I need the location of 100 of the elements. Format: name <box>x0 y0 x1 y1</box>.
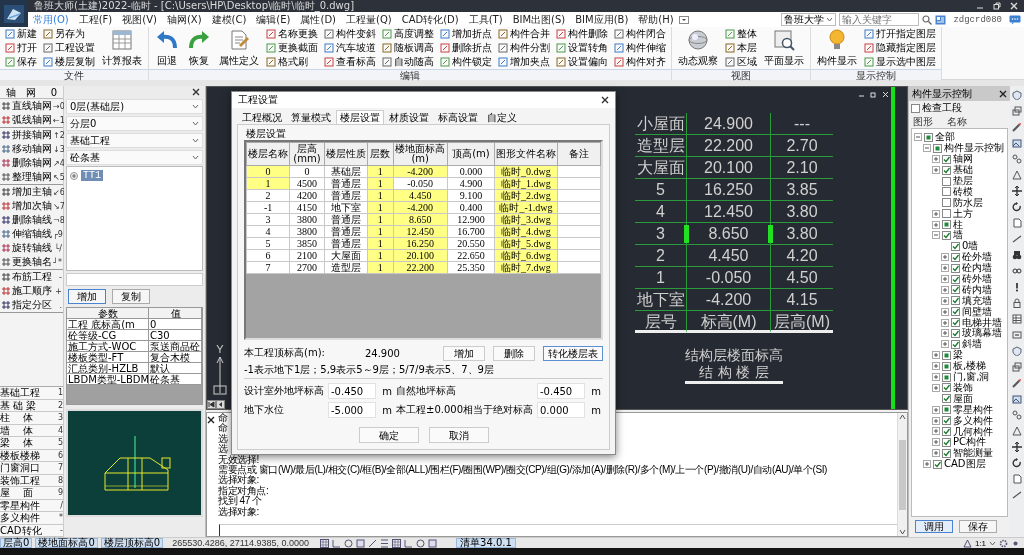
menu-tab[interactable]: 帮助(H) <box>633 12 679 27</box>
expander-icon[interactable] <box>932 373 940 382</box>
checkbox[interactable] <box>933 143 942 153</box>
checkbox[interactable] <box>924 132 933 142</box>
ribbon-button[interactable]: 增加夹点 <box>496 55 552 69</box>
previous-page-icon[interactable] <box>216 400 225 409</box>
frame-icon[interactable] <box>1012 330 1022 340</box>
caret-icon[interactable] <box>192 155 199 160</box>
ribbon-button[interactable]: 自动随高 <box>380 55 436 69</box>
checkbox[interactable] <box>951 285 960 295</box>
ribbon-button[interactable]: 增加折点 <box>438 27 494 41</box>
ribbon-button[interactable]: 恢复 <box>184 27 214 69</box>
ribbon-button[interactable]: 高度调整 <box>380 27 436 41</box>
checkbox[interactable] <box>951 274 960 284</box>
tree-item[interactable]: 斜墙 <box>962 337 982 352</box>
rotate-icon[interactable] <box>1012 202 1022 212</box>
ribbon-button[interactable]: 构件分割 <box>496 41 552 55</box>
caret-icon[interactable] <box>192 104 199 109</box>
ribbon-button[interactable]: 打开指定图层 <box>862 27 938 41</box>
module-button[interactable]: 基础工程 1 <box>0 387 63 400</box>
expander-icon[interactable] <box>941 264 949 273</box>
chat-icon[interactable] <box>1009 14 1021 25</box>
brush-icon[interactable] <box>1012 122 1022 132</box>
panel-button[interactable]: 复制 <box>112 289 150 304</box>
expander-icon[interactable] <box>941 253 949 262</box>
image-icon[interactable] <box>1012 394 1022 404</box>
grid-icon[interactable] <box>392 538 402 548</box>
ribbon-button[interactable]: 更换截面 <box>264 41 320 55</box>
checkbox[interactable] <box>951 307 960 317</box>
tool-button[interactable]: 更换轴名┘* <box>0 255 63 269</box>
ribbon-button[interactable]: 楼层复制 <box>41 55 97 69</box>
ribbon-button[interactable]: 回退 <box>152 27 182 69</box>
tool-button[interactable]: 伸缩轴线┌9 <box>0 227 63 241</box>
checkbox[interactable] <box>951 296 960 306</box>
dropdown[interactable]: 0层(基础层) <box>66 99 203 114</box>
triangle-icon[interactable] <box>1012 170 1022 180</box>
panel-button[interactable]: 增加 <box>68 289 106 304</box>
input-field[interactable]: -0.450 <box>537 383 585 399</box>
ribbon-button[interactable]: 动态观察 <box>675 27 721 69</box>
ribbon-button[interactable]: 保存 <box>3 55 39 69</box>
checkbox[interactable] <box>942 448 951 458</box>
tool-button[interactable]: 删除轴线¬8 <box>0 213 63 227</box>
tab[interactable]: 楼层设置 <box>336 110 384 124</box>
ruler-icon[interactable] <box>1012 490 1022 500</box>
tool-button[interactable]: 施工顺序 + <box>0 284 63 298</box>
module-button[interactable]: 柱 体 3 <box>0 412 63 425</box>
shield-icon[interactable] <box>1012 346 1022 356</box>
ribbon-button[interactable]: 新建 <box>3 27 39 41</box>
ribbon-button[interactable]: 构件显示 <box>814 27 860 69</box>
checkbox[interactable] <box>942 220 951 230</box>
tab[interactable]: 工程概况 <box>238 110 286 124</box>
square-icon[interactable] <box>356 538 366 548</box>
tool-button[interactable]: 删除轴网↗4 <box>0 156 63 170</box>
tool-button[interactable]: 增加主轴↙6 <box>0 185 63 199</box>
menu-tab[interactable]: 编辑(E) <box>251 12 296 27</box>
menu-tab[interactable]: 建模(C) <box>206 12 252 27</box>
ribbon-button[interactable]: 整体 <box>723 27 759 41</box>
checkbox[interactable] <box>942 230 951 240</box>
circles-icon[interactable] <box>1012 154 1022 164</box>
circle-icon[interactable] <box>344 538 354 548</box>
module-button[interactable]: 多义构件 * <box>0 512 63 525</box>
ribbon-button[interactable]: 隐藏指定图层 <box>862 41 938 55</box>
circle-icon[interactable] <box>416 538 426 548</box>
name-field[interactable] <box>66 273 203 286</box>
move-icon[interactable] <box>1012 186 1022 196</box>
caret-icon[interactable] <box>192 138 199 143</box>
restore-icon[interactable] <box>870 91 877 98</box>
ribbon-button[interactable]: 构件合并 <box>496 27 552 41</box>
dialog-button[interactable]: 增加 <box>443 345 485 361</box>
tab[interactable]: 算量模式 <box>287 110 335 124</box>
square-icon[interactable] <box>428 538 438 548</box>
ribbon-button[interactable]: 随板调高 <box>380 41 436 55</box>
document-icon[interactable] <box>1012 474 1022 484</box>
input-field[interactable]: -0.450 <box>328 383 376 399</box>
expander-icon[interactable] <box>932 427 940 436</box>
ribbon-button[interactable]: 计算报表 <box>99 27 145 69</box>
ribbon-button[interactable]: 构件对齐 <box>612 55 668 69</box>
dialog-button[interactable]: 取消 <box>428 427 489 443</box>
checkbox[interactable] <box>942 372 951 382</box>
checkbox[interactable] <box>942 198 951 208</box>
ribbon-button[interactable]: 设置转角 <box>554 41 610 55</box>
restore-icon[interactable] <box>993 2 1001 10</box>
checkbox[interactable] <box>951 263 960 273</box>
ribbon-toggle-icon[interactable] <box>678 15 689 24</box>
ruler-icon[interactable] <box>1012 234 1022 244</box>
glasses-icon[interactable] <box>1012 266 1022 276</box>
menu-tab[interactable]: 视图(V) <box>117 12 162 27</box>
cubes-icon[interactable] <box>1012 106 1022 116</box>
close-icon[interactable] <box>999 89 1007 98</box>
image-icon[interactable] <box>1012 138 1022 148</box>
checkbox[interactable] <box>942 165 951 175</box>
menu-tab[interactable]: BIM应用(B) <box>570 12 634 27</box>
expander-icon[interactable] <box>932 362 940 371</box>
expander-icon[interactable] <box>923 144 931 153</box>
tool-button[interactable]: 布筋工程 - <box>0 270 63 284</box>
lock-icon[interactable] <box>1012 298 1022 308</box>
site-dropdown[interactable]: 鲁班大学 <box>781 13 837 26</box>
expander-icon[interactable] <box>932 155 940 164</box>
ribbon-button[interactable]: 名称更换 <box>264 27 320 41</box>
ribbon-button[interactable]: 删除折点 <box>438 41 494 55</box>
